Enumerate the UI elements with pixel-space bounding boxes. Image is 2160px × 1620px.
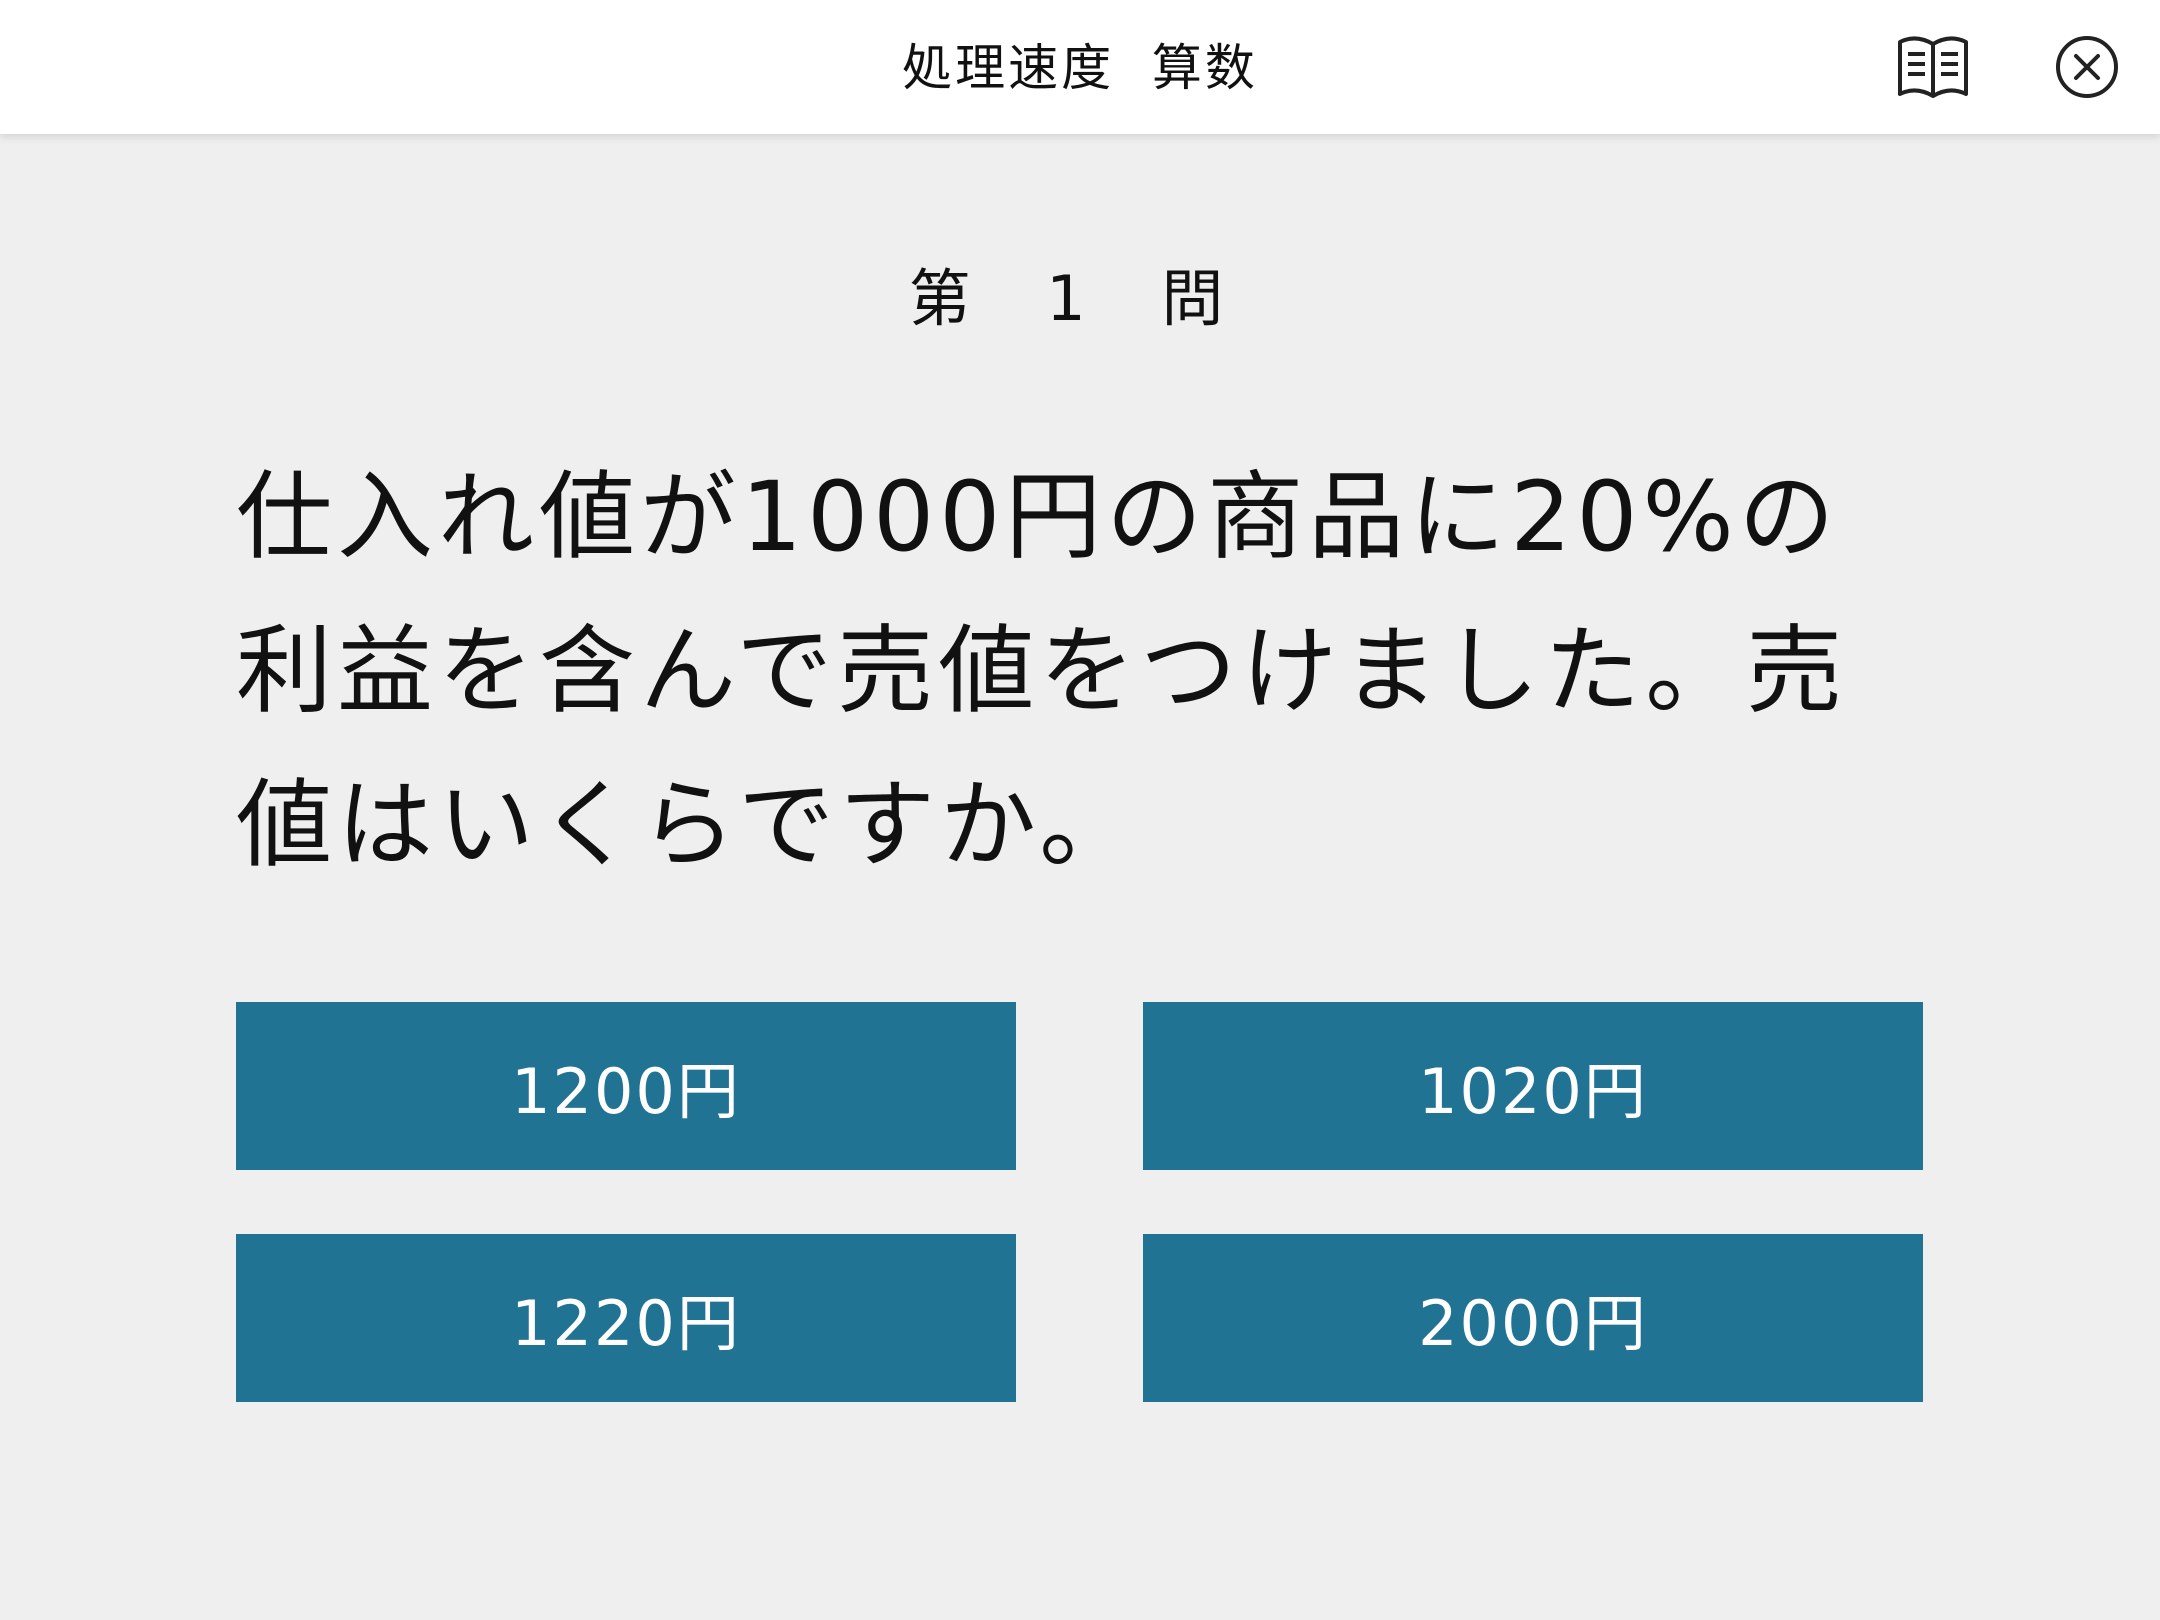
answer-button-1[interactable]: 1200円 — [236, 1002, 1016, 1170]
top-bar: 処理速度 算数 — [0, 0, 2160, 134]
question-number: 第 1 問 — [908, 262, 1252, 335]
page-title: 処理速度 算数 — [902, 39, 1258, 97]
answer-button-4[interactable]: 2000円 — [1143, 1234, 1923, 1402]
answer-button-2[interactable]: 1020円 — [1143, 1002, 1923, 1170]
question-text: 仕入れ値が1000円の商品に20%の利益を含んで売値をつけました。売値はいくらで… — [236, 461, 1848, 881]
close-icon[interactable] — [2054, 34, 2120, 100]
open-book-icon[interactable] — [1896, 30, 1970, 102]
answer-button-3[interactable]: 1220円 — [236, 1234, 1016, 1402]
